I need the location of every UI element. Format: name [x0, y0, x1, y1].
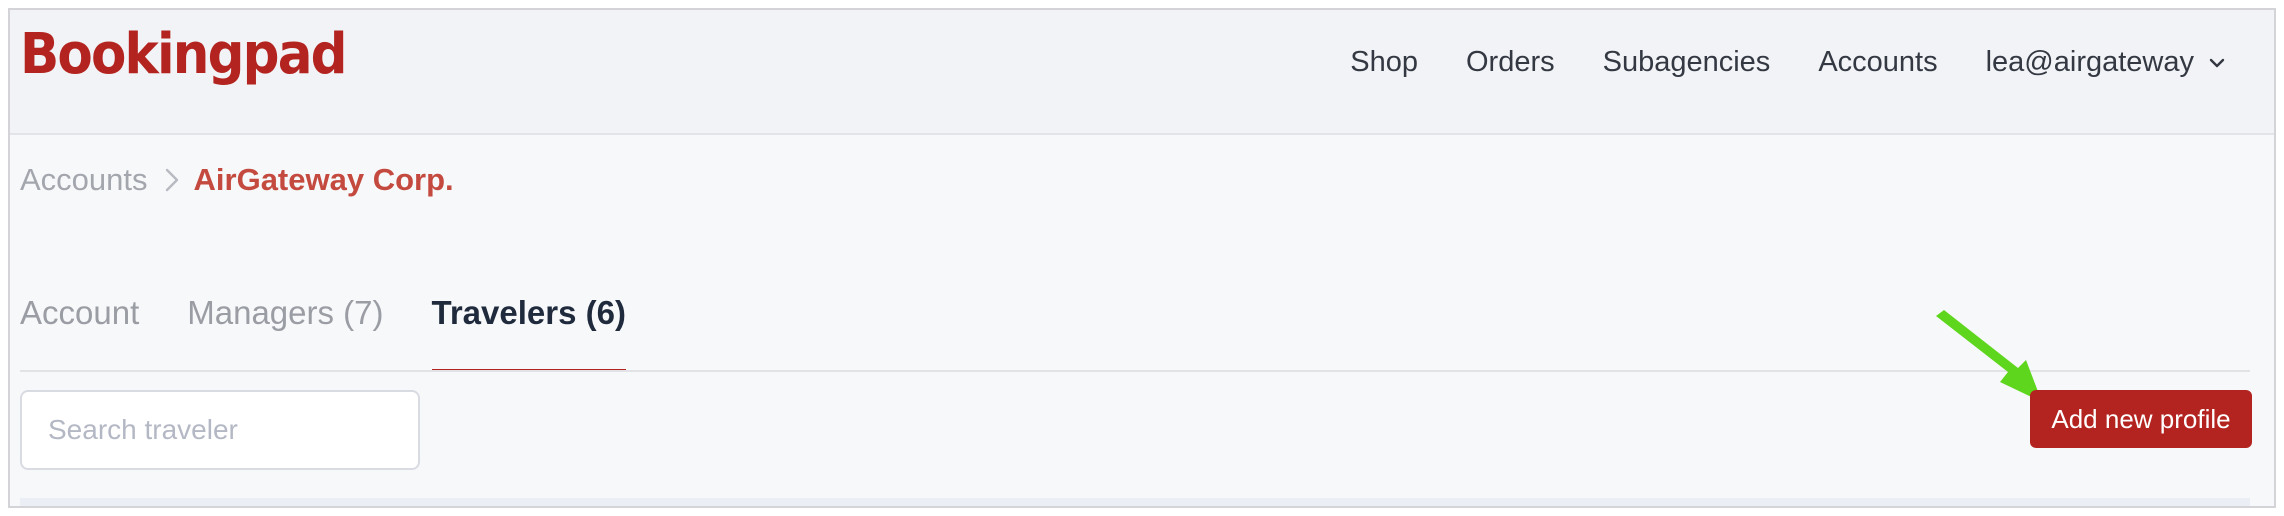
- breadcrumb-current: AirGateway Corp.: [193, 162, 454, 197]
- app-window: Bookingpad Shop Orders Subagencies Accou…: [8, 8, 2276, 508]
- tab-divider: [20, 370, 2250, 372]
- user-email: lea@airgateway: [1985, 46, 2194, 78]
- search-traveler-input[interactable]: [20, 390, 420, 470]
- top-header: Bookingpad Shop Orders Subagencies Accou…: [10, 10, 2274, 135]
- breadcrumb-accounts[interactable]: Accounts: [20, 162, 148, 198]
- nav-subagencies[interactable]: Subagencies: [1603, 46, 1771, 79]
- tab-bar: Account Managers (7) Travelers (6): [20, 282, 674, 372]
- tab-account[interactable]: Account: [20, 282, 139, 372]
- tab-travelers[interactable]: Travelers (6): [431, 282, 627, 372]
- nav-orders[interactable]: Orders: [1466, 46, 1555, 79]
- nav-shop[interactable]: Shop: [1350, 46, 1418, 79]
- logo[interactable]: Bookingpad: [20, 22, 348, 87]
- table-header-strip: [20, 498, 2250, 506]
- nav-accounts[interactable]: Accounts: [1818, 46, 1937, 79]
- main-nav: Shop Orders Subagencies Accounts lea@air…: [1302, 46, 2226, 79]
- tab-managers[interactable]: Managers (7): [187, 282, 383, 372]
- user-menu[interactable]: lea@airgateway: [1986, 46, 2226, 79]
- breadcrumb: Accounts AirGateway Corp.: [20, 162, 454, 198]
- chevron-right-icon: [165, 168, 178, 192]
- add-new-profile-button[interactable]: Add new profile: [2030, 390, 2252, 448]
- chevron-down-icon: [2209, 58, 2225, 67]
